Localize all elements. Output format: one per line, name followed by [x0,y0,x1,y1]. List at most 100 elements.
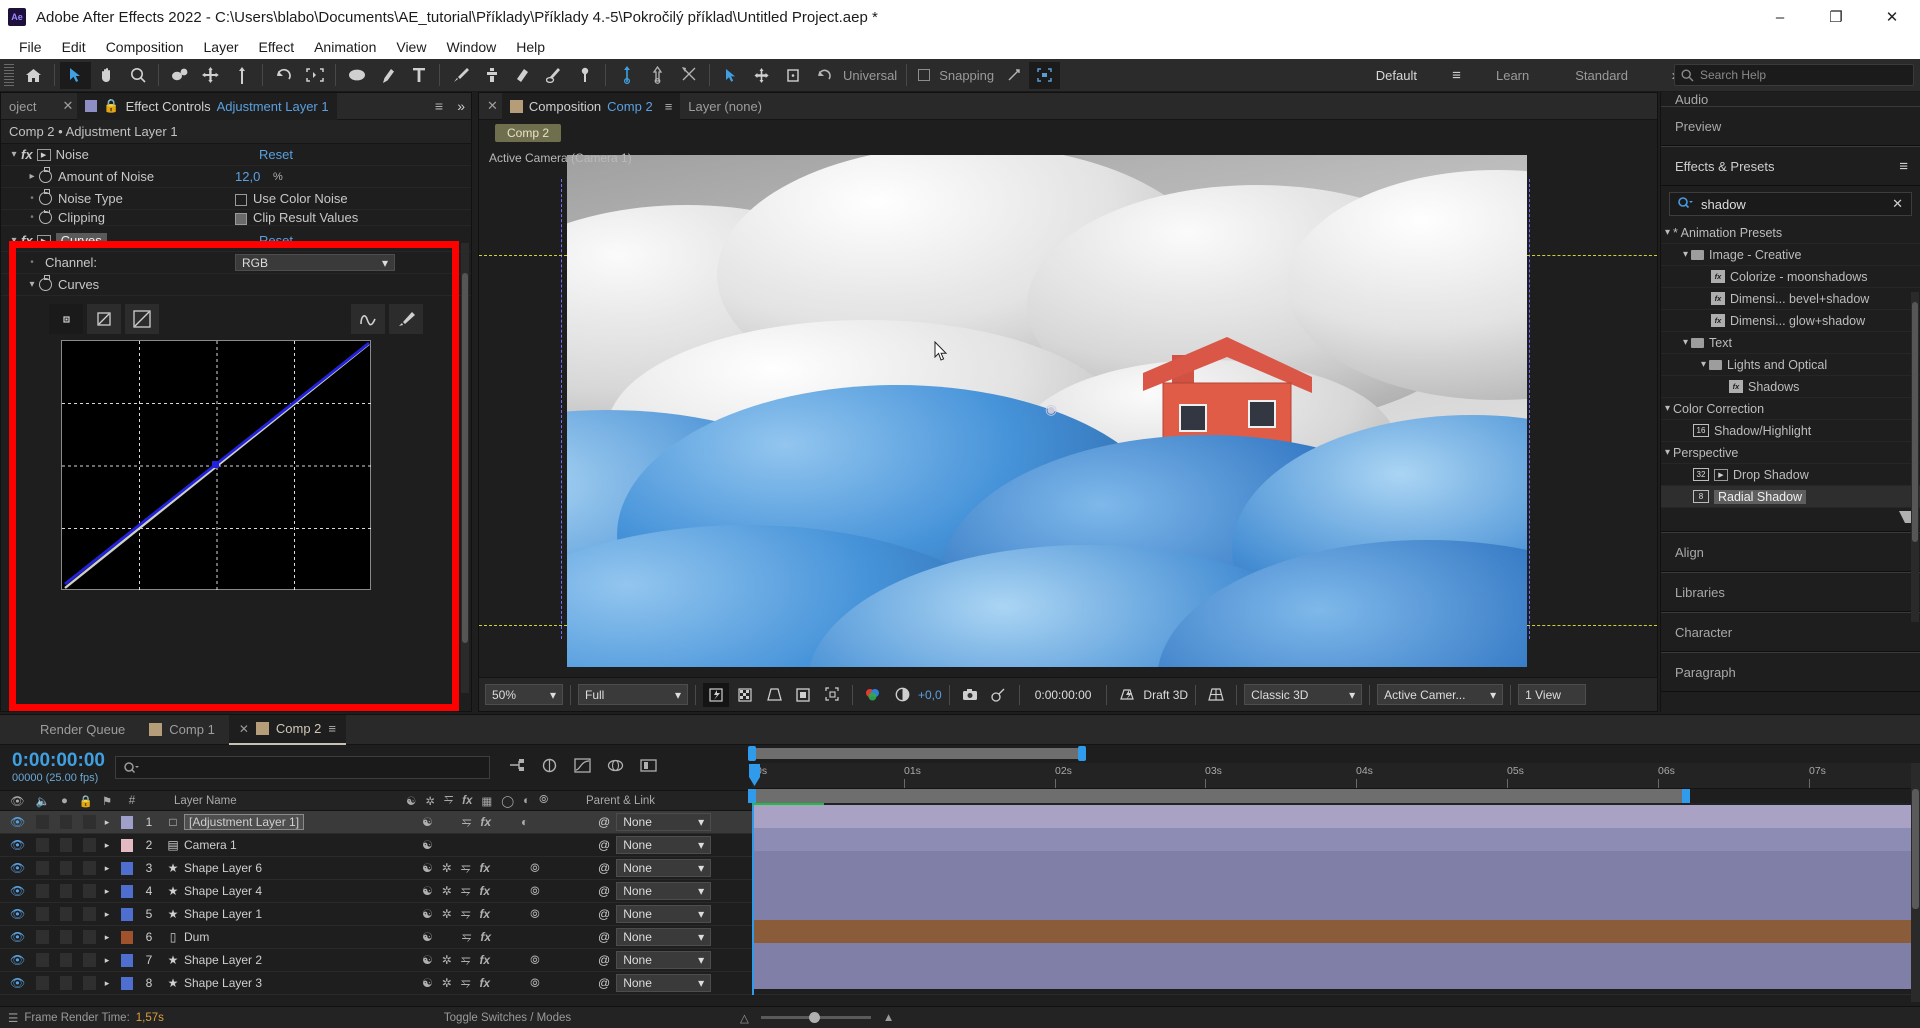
collapse-icon[interactable]: ✲ [442,907,452,921]
column-parent-link[interactable]: Parent & Link [582,795,655,807]
tab-comp-2[interactable]: ✕ Comp 2 ≡ [229,715,346,745]
label-swatch[interactable] [121,908,133,921]
quality-icon[interactable]: ⥧ [444,794,453,807]
effect-controls-scrollbar[interactable] [461,243,469,693]
quality-icon[interactable]: ⥧ [461,907,471,922]
effects-switch-icon[interactable]: fx [479,907,490,921]
composition-menu-icon[interactable]: ≡ [665,99,673,114]
shape-tool-icon[interactable] [341,62,372,89]
snapping-toggle[interactable]: Snapping [912,68,998,83]
quality-icon[interactable]: ⥧ [461,884,471,899]
label-swatch[interactable] [121,816,133,829]
video-visibility-icon[interactable]: 👁 [10,953,25,967]
text-tool-icon[interactable] [403,62,434,89]
position-axis-icon[interactable] [611,62,642,89]
comp-timecode[interactable]: 0:00:00:00 [1027,688,1100,702]
parent-dropdown[interactable]: None▾ [616,813,711,831]
puppet-pin-icon[interactable] [569,62,600,89]
collapse-icon[interactable]: ✲ [442,884,452,898]
curve-point-tool-icon[interactable] [49,304,83,334]
twirl-icon[interactable]: ▸ [96,932,118,943]
work-area-strip[interactable] [752,745,1920,763]
rotation-tool-icon[interactable] [268,62,299,89]
channel-dropdown[interactable]: RGB▾ [235,254,395,271]
param-value-clipping[interactable]: Clip Result Values [235,210,358,225]
fast-previews-icon[interactable] [703,683,729,707]
new-folder-icon[interactable] [1898,510,1912,529]
amount-twirl-icon[interactable]: ▸ [25,171,39,182]
parent-pickwhip-icon[interactable]: @ [598,930,610,944]
parent-dropdown[interactable]: None▾ [616,951,711,969]
twirl-icon[interactable]: ▸ [96,909,118,920]
parent-dropdown[interactable]: None▾ [616,974,711,992]
label-swatch[interactable] [121,839,133,852]
collapse-icon[interactable]: ✲ [442,861,452,875]
curve-line-tool-icon[interactable] [125,304,159,334]
tree-item-drop-shadow[interactable]: 32 ▶ Drop Shadow [1661,464,1920,486]
video-visibility-icon[interactable]: 👁 [10,884,25,898]
chevron-down-icon[interactable]: ▾ [1665,403,1670,414]
3d-view-icon[interactable] [761,683,787,707]
maximize-button[interactable]: ❐ [1808,0,1864,34]
layer-bar[interactable] [752,828,1920,851]
curve-pencil-draw-tool-icon[interactable] [389,304,423,334]
camera-dropdown[interactable]: Active Camer...▾ [1377,684,1503,705]
param-value-amount-of-noise[interactable]: 12,0 [235,169,260,184]
menu-help[interactable]: Help [507,37,554,57]
character-panel-header[interactable]: Character [1661,612,1920,652]
twirl-icon[interactable]: ▸ [96,978,118,989]
parent-pickwhip-icon[interactable]: @ [598,976,610,990]
parent-pickwhip-icon[interactable]: @ [598,861,610,875]
parent-pickwhip-icon[interactable]: @ [598,884,610,898]
snap-bounds-icon[interactable] [1029,62,1060,89]
menu-window[interactable]: Window [437,37,505,57]
quality-icon[interactable]: ⥧ [461,976,471,991]
region-of-interest-icon[interactable] [790,683,816,707]
tree-item-shadow-highlight[interactable]: 16 Shadow/Highlight [1661,420,1920,442]
audio-panel-header[interactable]: Audio [1661,92,1920,106]
toggle-3d-icon[interactable] [607,758,624,778]
parent-pickwhip-icon[interactable]: @ [598,907,610,921]
tree-item-perspective[interactable]: ▾ Perspective [1661,442,1920,464]
tree-item-image-creative[interactable]: ▾ Image - Creative [1661,244,1920,266]
graph-editor-icon[interactable] [574,758,591,778]
layer-name[interactable]: Shape Layer 6 [184,861,422,875]
effects-presets-menu-icon[interactable]: ≡ [1899,158,1908,175]
effect-reset-noise[interactable]: Reset [259,147,293,162]
toggle-switches-icon[interactable]: ☰ [8,1011,18,1025]
workspace-learn[interactable]: Learn [1474,68,1551,83]
parent-pickwhip-icon[interactable]: @ [598,838,610,852]
twirl-icon[interactable]: ▸ [96,817,118,828]
toggle-switches-modes-label[interactable]: Toggle Switches / Modes [444,1012,571,1024]
rotate-axis-icon[interactable] [673,62,704,89]
curves-graph[interactable] [61,340,371,590]
layer-name[interactable]: Camera 1 [184,838,422,852]
parent-dropdown[interactable]: None▾ [616,882,711,900]
zoom-tool-icon[interactable] [122,62,153,89]
layer-bar[interactable] [752,805,1920,828]
resolution-dropdown[interactable]: Full▾ [578,684,688,705]
stopwatch-icon[interactable] [39,211,52,224]
tree-item-radial-shadow[interactable]: 8 Radial Shadow [1661,486,1920,508]
effects-presets-panel-header[interactable]: Effects & Presets ≡ [1661,146,1920,186]
chevron-down-icon[interactable]: ▾ [1701,359,1706,370]
home-icon[interactable] [18,62,49,89]
exposure-value[interactable]: +0,0 [918,688,942,702]
timeline-vertical-scrollbar[interactable] [1911,763,1920,1002]
layer-bar[interactable] [752,920,1920,943]
effects-switch-icon[interactable]: fx [479,884,490,898]
timeline-zoom-slider[interactable] [761,1016,871,1019]
param-noise-type[interactable]: • Noise Type Use Color Noise [1,188,471,210]
workspace-menu-icon[interactable]: ≡ [1441,62,1472,89]
stopwatch-icon[interactable] [39,278,52,291]
adjustment-layer-switch-icon[interactable]: ◐ [521,815,528,829]
workspace-standard[interactable]: Standard [1553,68,1650,83]
shy-icon[interactable]: ☯ [422,976,433,990]
shy-icon[interactable]: ☯ [422,838,433,852]
exposure-icon[interactable] [889,683,915,707]
curve-pencil-tool-icon[interactable] [87,304,121,334]
tab-comp-1[interactable]: Comp 1 [139,715,225,745]
video-visibility-icon[interactable]: 👁 [10,907,25,921]
layer-name[interactable]: Shape Layer 4 [184,884,422,898]
tree-item-text[interactable]: ▾ Text [1661,332,1920,354]
